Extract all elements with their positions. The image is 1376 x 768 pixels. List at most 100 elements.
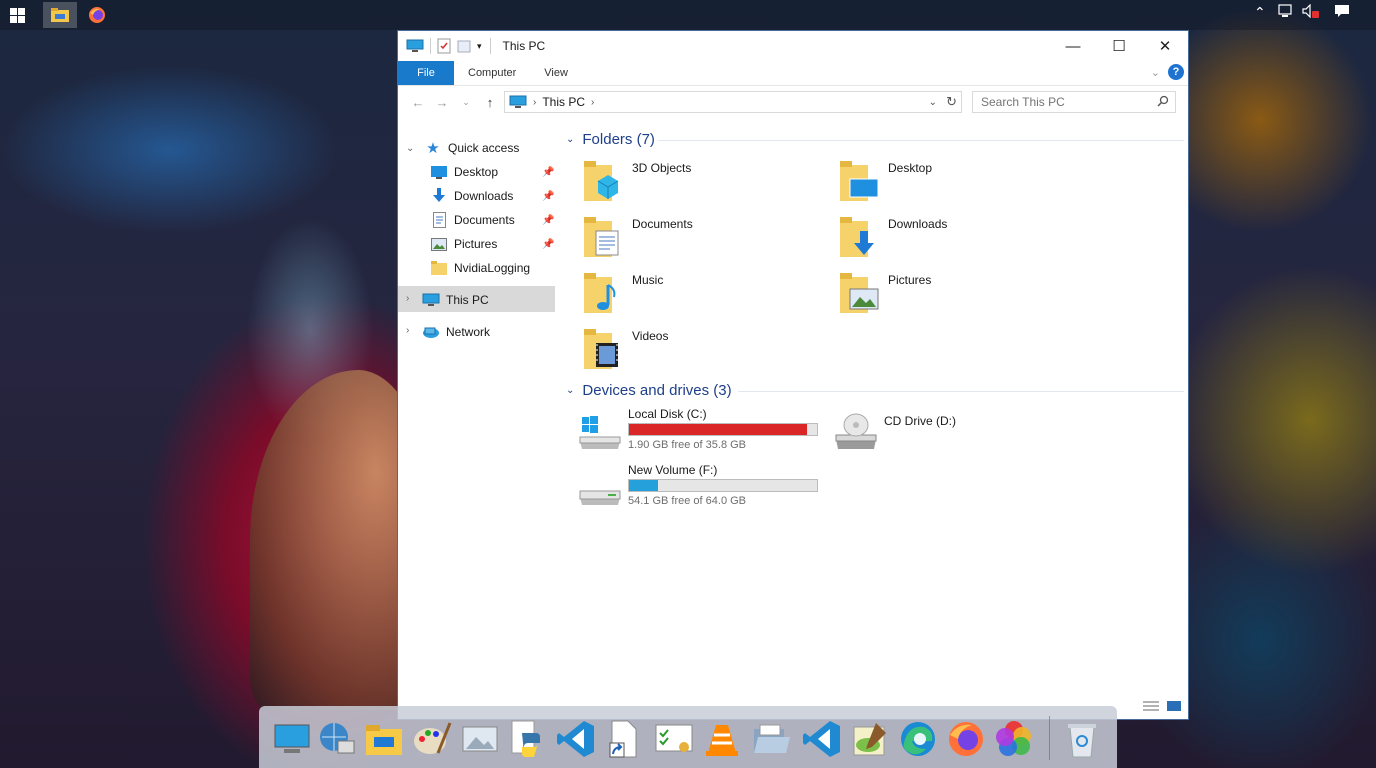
view-buttons <box>1142 700 1182 715</box>
dock-notepad-plus[interactable] <box>847 716 893 762</box>
folder-music[interactable]: Music <box>584 271 824 321</box>
recent-locations-button[interactable]: ⌄ <box>454 97 478 108</box>
network-icon[interactable] <box>1278 4 1294 21</box>
nav-item-documents[interactable]: Documents 📌 <box>430 208 554 232</box>
notepad-plus-icon <box>853 723 886 756</box>
tab-computer[interactable]: Computer <box>454 61 530 85</box>
dock-file-explorer[interactable] <box>361 716 407 762</box>
dock-edge[interactable] <box>895 716 941 762</box>
folder-downloads[interactable]: Downloads <box>840 215 1080 265</box>
folder-documents[interactable]: Documents <box>584 215 824 265</box>
this-pc-icon <box>422 292 440 308</box>
folders-group-header[interactable]: ⌄ Folders (7) <box>566 129 655 149</box>
refresh-icon[interactable]: ↻ <box>946 94 957 110</box>
nav-network[interactable]: Network <box>422 320 490 344</box>
pin-icon: 📌 <box>542 166 555 178</box>
details-view-icon[interactable] <box>1142 700 1160 715</box>
breadcrumb-chevron-icon[interactable]: › <box>533 97 536 108</box>
expand-chevron-icon[interactable]: › <box>406 293 409 304</box>
folder-pictures[interactable]: Pictures <box>840 271 1080 321</box>
customize-toolbar-icon[interactable]: ▾ <box>477 41 482 52</box>
address-dropdown-icon[interactable]: ⌄ <box>929 97 937 108</box>
python-icon <box>511 720 540 757</box>
nav-quick-access[interactable]: ★ Quick access <box>424 136 519 160</box>
back-button[interactable]: ← <box>406 95 430 110</box>
nav-item-nvidialogging[interactable]: NvidiaLogging <box>430 256 530 280</box>
tab-file[interactable]: File <box>398 61 454 85</box>
nav-item-downloads[interactable]: Downloads 📌 <box>430 184 554 208</box>
nav-item-label: Documents <box>454 213 515 227</box>
dock-folder[interactable] <box>749 716 795 762</box>
search-box[interactable] <box>972 91 1176 113</box>
hard-drive-icon <box>579 490 621 505</box>
new-folder-icon[interactable] <box>457 39 471 53</box>
nav-item-label: NvidiaLogging <box>454 261 531 275</box>
nav-this-pc[interactable]: This PC <box>422 288 489 312</box>
computer-icon <box>274 724 310 753</box>
dock-recycle-bin[interactable] <box>1059 716 1105 762</box>
help-icon[interactable]: ? <box>1168 64 1184 80</box>
dock-python[interactable] <box>505 716 551 762</box>
firefox-icon <box>89 7 105 23</box>
group-heading: Devices and drives (3) <box>582 381 732 399</box>
dock-image-viewer[interactable] <box>457 716 503 762</box>
dock-network[interactable] <box>313 716 359 762</box>
dock-color-wheel[interactable] <box>991 716 1037 762</box>
file-explorer-icon <box>366 725 402 755</box>
tab-view[interactable]: View <box>530 61 582 85</box>
start-button[interactable] <box>0 2 34 28</box>
minimize-button[interactable]: — <box>1050 31 1096 61</box>
dock-shortcut[interactable] <box>601 716 647 762</box>
properties-icon[interactable] <box>437 38 451 54</box>
folder-open-icon <box>754 724 790 753</box>
dock-paint[interactable] <box>409 716 455 762</box>
dock-certificate[interactable] <box>651 716 697 762</box>
notifications-icon[interactable] <box>1334 4 1350 21</box>
windows-drive-icon <box>579 416 621 449</box>
folder-3d-objects[interactable]: 3D Objects <box>584 159 824 209</box>
vlc-icon <box>706 725 738 756</box>
devices-group-header[interactable]: ⌄ Devices and drives (3) <box>566 380 732 400</box>
drive-f[interactable]: New Volume (F:) 54.1 GB free of 64.0 GB <box>578 463 828 513</box>
dock-firefox[interactable] <box>943 716 989 762</box>
folder-label: Downloads <box>888 217 948 231</box>
dock-separator <box>1049 716 1050 760</box>
nav-item-pictures[interactable]: Pictures 📌 <box>430 232 554 256</box>
desktop-icon <box>430 164 448 180</box>
volume-muted-icon[interactable] <box>1302 3 1320 21</box>
search-input[interactable] <box>981 95 1151 109</box>
taskbar-firefox[interactable] <box>80 2 114 28</box>
large-icons-view-icon[interactable] <box>1166 700 1182 715</box>
expand-chevron-icon[interactable]: › <box>406 325 409 336</box>
close-button[interactable]: ✕ <box>1142 31 1188 61</box>
dock-vscode-2[interactable] <box>799 716 845 762</box>
drive-d[interactable]: CD Drive (D:) <box>834 407 1084 457</box>
address-bar[interactable]: › This PC › ⌄ ↻ <box>504 91 962 113</box>
cd-drive-icon <box>835 413 877 449</box>
expand-ribbon-icon[interactable]: ⌄ <box>1151 66 1160 79</box>
navigation-bar: ← → ⌄ ↑ › This PC › ⌄ ↻ <box>398 85 1188 119</box>
dock-computer[interactable] <box>269 716 315 762</box>
dock-vscode[interactable] <box>553 716 599 762</box>
folder-label: Documents <box>632 217 693 231</box>
folder-desktop[interactable]: Desktop <box>840 159 1080 209</box>
forward-button[interactable]: → <box>430 95 454 110</box>
chevron-up-icon[interactable]: ⌃ <box>1254 4 1266 21</box>
up-button[interactable]: ↑ <box>478 95 502 110</box>
drive-c[interactable]: Local Disk (C:) 1.90 GB free of 35.8 GB <box>578 407 828 457</box>
taskbar-file-explorer[interactable] <box>43 2 77 28</box>
pin-icon: 📌 <box>542 238 555 250</box>
maximize-button[interactable]: ☐ <box>1096 31 1142 61</box>
recycle-bin-icon <box>1068 724 1096 758</box>
breadcrumb-chevron-icon[interactable]: › <box>591 97 594 108</box>
breadcrumb-this-pc[interactable]: This PC <box>542 95 585 109</box>
edge-icon <box>901 722 935 756</box>
folder-icon <box>430 260 448 276</box>
group-divider <box>738 391 1184 392</box>
dock-vlc[interactable] <box>699 716 745 762</box>
nav-item-desktop[interactable]: Desktop 📌 <box>430 160 554 184</box>
star-icon: ★ <box>426 140 440 157</box>
collapse-chevron-icon[interactable]: ⌄ <box>406 143 414 154</box>
search-icon[interactable] <box>1157 95 1169 110</box>
folder-videos[interactable]: Videos <box>584 327 824 377</box>
